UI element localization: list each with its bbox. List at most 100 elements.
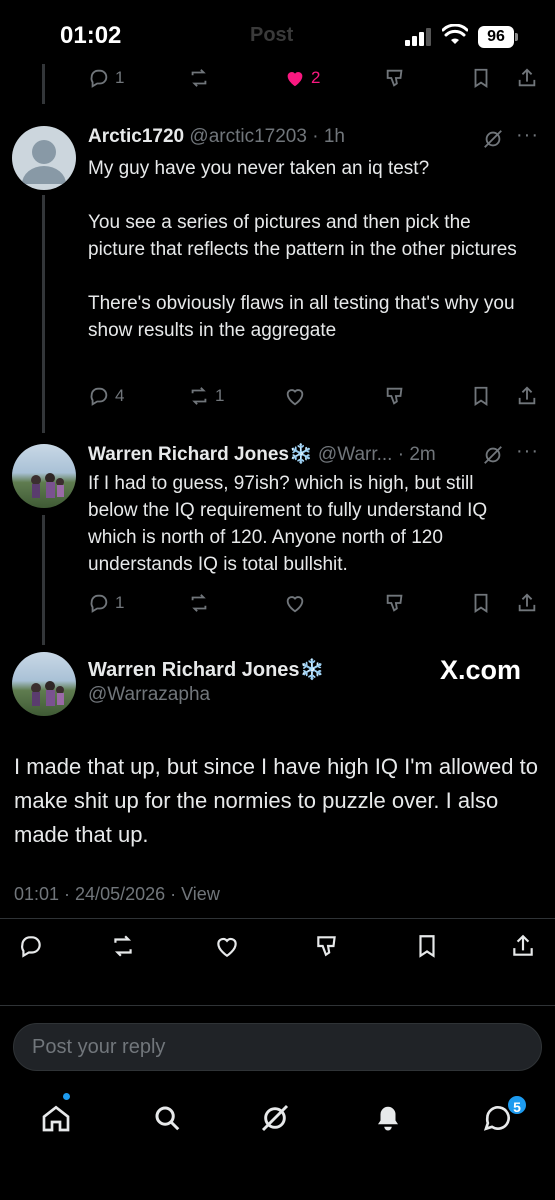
notifications-icon: [378, 1106, 398, 1131]
thread-line: [42, 64, 45, 104]
reply-input[interactable]: [14, 1024, 541, 1070]
author-handle[interactable]: @Warrazapha: [88, 684, 210, 706]
reply-count: 1: [115, 593, 125, 612]
thread-line: [42, 195, 45, 433]
author-handle[interactable]: @Warr...: [318, 444, 393, 465]
reply-actions: 1: [88, 583, 555, 623]
xcom-watermark: X.com: [440, 655, 522, 685]
downvote-icon: [386, 387, 403, 405]
grok-icon: [261, 1104, 289, 1132]
like-icon: [286, 596, 304, 613]
post-meta[interactable]: 01:01 · 24/05/2026 · View: [14, 884, 220, 905]
more-icon[interactable]: ···: [516, 124, 539, 147]
repost-count: 1: [215, 386, 225, 405]
reply-paragraph: My guy have you never taken an iq test?: [88, 158, 430, 179]
downvote-button[interactable]: [384, 376, 406, 416]
reply-button[interactable]: 1: [88, 583, 124, 623]
reply-header: Warren Richard Jones❄️ @Warr... · 2m: [88, 444, 436, 465]
reply-text: If I had to guess, 97ish? which is high,…: [88, 470, 528, 578]
grok-icon[interactable]: [482, 128, 504, 150]
main-post-actions: [14, 926, 544, 966]
reply-icon: [90, 387, 108, 406]
repost-icon: [191, 594, 207, 612]
reply-button[interactable]: 1: [88, 58, 124, 98]
bookmark-icon: [474, 68, 488, 88]
bookmark-icon: [419, 935, 435, 958]
bookmark-button[interactable]: [470, 583, 492, 623]
downvote-icon: [386, 69, 403, 87]
grok-icon[interactable]: [482, 444, 504, 466]
home-notification-dot: [62, 1092, 71, 1101]
post-time: 1h: [323, 126, 345, 147]
downvote-icon: [386, 594, 403, 612]
nav-search[interactable]: [147, 1098, 187, 1138]
messages-badge: 5: [506, 1094, 528, 1116]
like-count: 2: [311, 68, 321, 87]
share-icon: [518, 593, 536, 612]
like-button[interactable]: 2: [284, 58, 320, 98]
author-handle[interactable]: @arctic17203: [189, 126, 307, 147]
reply-icon: [90, 69, 108, 88]
bookmark-button[interactable]: [470, 376, 492, 416]
reply-icon: [21, 936, 41, 958]
like-button[interactable]: [284, 376, 306, 416]
reply-paragraph: If I had to guess, 97ish? which is high,…: [88, 473, 488, 575]
nav-grok[interactable]: [255, 1098, 295, 1138]
grok-button[interactable]: [384, 58, 406, 98]
bookmark-button[interactable]: [470, 58, 492, 98]
avatar[interactable]: [12, 652, 76, 716]
share-button[interactable]: [516, 376, 538, 416]
reply-paragraph: You see a series of pictures and then pi…: [88, 212, 517, 260]
reply-box: [13, 1023, 542, 1071]
more-icon[interactable]: ···: [516, 440, 539, 463]
like-button[interactable]: [284, 583, 306, 623]
post-time: 2m: [409, 444, 436, 465]
reply-button[interactable]: 4: [88, 376, 124, 416]
downvote-button[interactable]: [384, 583, 406, 623]
author-name[interactable]: Arctic1720: [88, 126, 184, 147]
share-button[interactable]: [510, 926, 536, 966]
status-time: 01:02: [60, 22, 122, 49]
reply-icon: [90, 594, 108, 613]
repost-button[interactable]: [110, 926, 136, 966]
repost-icon: [114, 935, 132, 957]
like-icon: [217, 937, 237, 958]
nav-home[interactable]: [36, 1098, 76, 1138]
battery-indicator: 96: [478, 26, 514, 48]
avatar[interactable]: [12, 444, 76, 508]
share-button[interactable]: [516, 58, 538, 98]
repost-button[interactable]: 1: [188, 376, 224, 416]
author-name[interactable]: Warren Richard Jones❄️: [88, 657, 324, 682]
downvote-button[interactable]: [314, 926, 340, 966]
share-button[interactable]: [516, 583, 538, 623]
nav-notifications[interactable]: [368, 1098, 408, 1138]
avatar[interactable]: [12, 126, 76, 190]
repost-button[interactable]: [188, 583, 210, 623]
share-icon: [513, 934, 533, 956]
bookmark-button[interactable]: [414, 926, 440, 966]
share-icon: [518, 386, 536, 405]
default-avatar-icon: [22, 140, 66, 184]
bookmark-icon: [474, 593, 488, 613]
profile-photo: [31, 473, 64, 498]
name-emoji: ❄️: [288, 444, 313, 465]
reply-text: My guy have you never taken an iq test? …: [88, 155, 528, 344]
repost-button[interactable]: [188, 58, 210, 98]
post-text: I made that up, but since I have high IQ…: [14, 754, 538, 847]
post-actions: 1 2: [88, 58, 555, 98]
share-icon: [518, 68, 536, 87]
downvote-icon: [317, 936, 336, 957]
header-title-ghost: Post: [250, 24, 294, 46]
author-name[interactable]: Warren Richard Jones: [88, 444, 289, 465]
reply-actions: 4 1: [88, 376, 555, 416]
reply-count: 1: [115, 68, 125, 87]
like-icon: [287, 72, 303, 87]
bottom-nav: [0, 1090, 555, 1146]
divider: [0, 1005, 555, 1006]
wifi-icon: [442, 24, 468, 44]
repost-icon: [191, 387, 207, 405]
author-name-text: Warren Richard Jones: [88, 659, 300, 681]
like-button[interactable]: [214, 926, 240, 966]
reply-count: 4: [115, 386, 125, 405]
reply-button[interactable]: [18, 926, 44, 966]
